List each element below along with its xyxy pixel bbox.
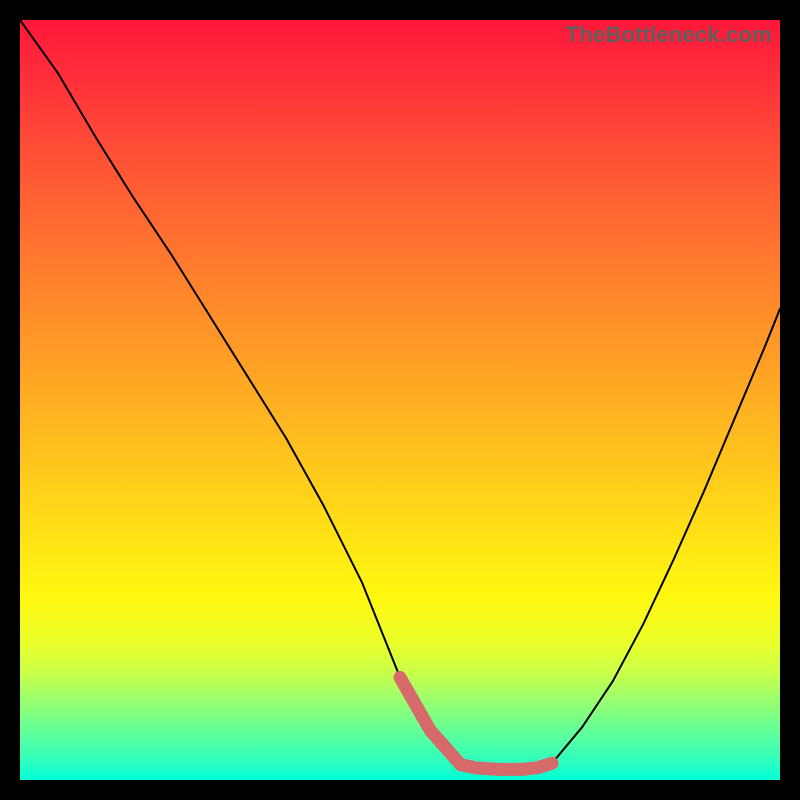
optimal-range-highlight (400, 677, 552, 769)
chart-svg (20, 20, 780, 780)
chart-plot-area: TheBottleneck.com (20, 20, 780, 780)
chart-frame: TheBottleneck.com (0, 0, 800, 800)
curve-left-branch (20, 20, 461, 765)
curve-right-branch (552, 309, 780, 763)
